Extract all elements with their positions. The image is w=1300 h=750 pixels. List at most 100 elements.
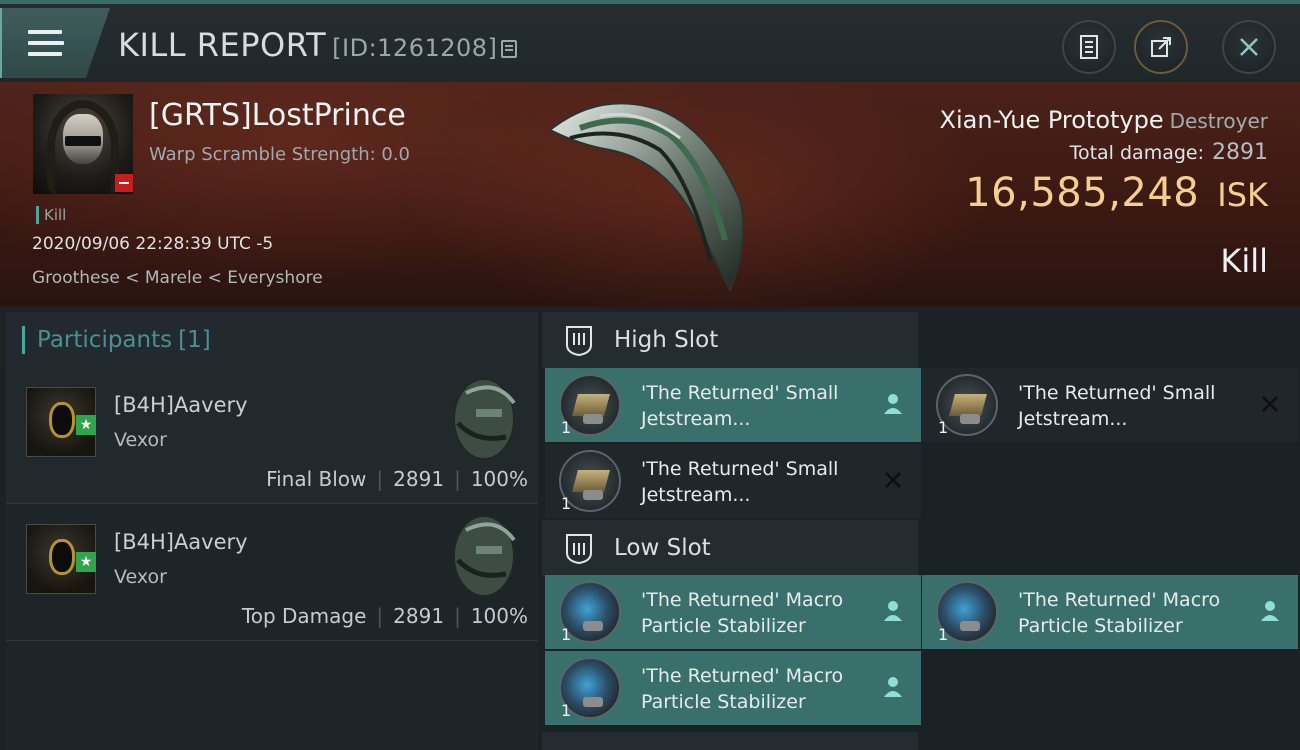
module-item[interactable]: 1 'The Returned' Macro Particle Stabilize… [545, 575, 921, 649]
hostile-badge-icon [115, 174, 133, 192]
total-damage-label: Total damage: [1069, 142, 1204, 164]
ship-name: Xian-Yue Prototype [939, 106, 1164, 134]
module-quantity: 1 [938, 625, 949, 644]
page-title: KILL REPORT [ID:1261208] [118, 26, 518, 64]
gun-shape [949, 394, 987, 416]
participant-damage: 2891 [393, 604, 445, 628]
low-slot-icon [566, 534, 592, 565]
kill-location[interactable]: Groothese < Marele < Everyshore [32, 268, 323, 288]
low-slot-title: Low Slot [614, 535, 711, 561]
high-slot-title: High Slot [614, 327, 719, 353]
high-slot-header: High Slot [542, 312, 918, 368]
module-base [960, 621, 980, 631]
hamburger-icon [28, 30, 64, 58]
fitting-panel: High Slot 1 'The Returned' Small Jetstrea… [542, 312, 1300, 750]
module-name: 'The Returned' Small Jetstream... [641, 456, 871, 508]
module-name-line1: 'The Returned' Small [641, 382, 839, 404]
star-icon: ★ [76, 552, 96, 572]
module-item[interactable]: 1 'The Returned' Small Jetstream... [545, 368, 921, 442]
module-quantity: 1 [561, 625, 572, 644]
participant-name: [B4H]Aavery [114, 393, 248, 417]
destroyed-x-icon [1262, 396, 1278, 412]
participant-damage: 2891 [393, 467, 445, 491]
participant-role: Final Blow [266, 467, 367, 491]
participants-header: Participants [1] [6, 312, 538, 367]
module-base [583, 697, 603, 707]
participant-ship-image [453, 378, 516, 460]
ship-class: Destroyer [1169, 109, 1268, 133]
module-name: 'The Returned' Small Jetstream... [1018, 380, 1248, 432]
kill-banner: [GRTS]LostPrince Warp Scramble Strength:… [0, 82, 1300, 307]
separator: | [454, 467, 461, 491]
top-bar: KILL REPORT [ID:1261208] [0, 0, 1300, 82]
participant-ship: Vexor [114, 429, 167, 451]
participants-title: Participants [37, 326, 173, 353]
participant-row[interactable]: ★ [B4H]Aavery Vexor Final Blow | 2891 | 100% [6, 367, 538, 504]
module-item[interactable]: 1 'The Returned' Small Jetstream... [545, 444, 921, 518]
module-name-line2: Jetstream... [641, 408, 751, 430]
module-name-line1: 'The Returned' Macro [1018, 589, 1221, 611]
participant-ship: Vexor [114, 566, 167, 588]
mid-slot-header-partial [542, 732, 918, 750]
module-name-line2: Particle Stabilizer [641, 615, 806, 637]
module-name: 'The Returned' Macro Particle Stabilizer [1018, 587, 1248, 639]
dropped-person-icon [884, 394, 902, 414]
module-name: 'The Returned' Macro Particle Stabilizer [641, 663, 871, 715]
module-quantity: 1 [561, 494, 572, 513]
total-damage: Total damage: 2891 [1070, 140, 1268, 165]
participant-percent: 100% [470, 467, 528, 491]
module-name-line1: 'The Returned' Macro [641, 665, 844, 687]
participants-count: [1] [178, 326, 211, 353]
result-label: Kill [1220, 242, 1268, 280]
warp-scramble-strength: Warp Scramble Strength: 0.0 [149, 144, 411, 165]
notes-button[interactable] [1062, 20, 1116, 74]
module-quantity: 1 [561, 701, 572, 720]
menu-button[interactable] [0, 8, 110, 78]
participant-ship-image [453, 515, 516, 597]
module-name-line1: 'The Returned' Small [641, 458, 839, 480]
kill-tag: Kill [36, 206, 66, 224]
close-button[interactable] [1222, 20, 1276, 74]
avatar-face [49, 539, 75, 575]
module-quantity: 1 [938, 418, 949, 437]
participant-percent: 100% [470, 604, 528, 628]
separator: | [376, 604, 384, 628]
share-button[interactable] [1134, 20, 1188, 74]
participant-name: [B4H]Aavery [114, 530, 248, 554]
copy-icon[interactable] [501, 40, 518, 58]
separator: | [454, 604, 461, 628]
report-id: [ID:1261208] [332, 34, 498, 62]
gun-base [583, 490, 603, 500]
star-icon: ★ [76, 415, 96, 435]
close-icon [1240, 38, 1258, 56]
module-item[interactable]: 1 'The Returned' Small Jetstream... [922, 368, 1298, 442]
module-name-line2: Jetstream... [641, 484, 751, 506]
victim-name[interactable]: [GRTS]LostPrince [149, 98, 406, 133]
separator: | [376, 467, 384, 491]
dropped-person-icon [884, 677, 902, 697]
header-accent-bar [22, 325, 25, 354]
isk-unit: ISK [1217, 176, 1268, 214]
module-name-line1: 'The Returned' Small [1018, 382, 1216, 404]
dropped-person-icon [884, 601, 902, 621]
gun-shape [572, 470, 610, 492]
isk-value: 16,585,248 [965, 170, 1200, 216]
kill-timestamp: 2020/09/06 22:28:39 UTC -5 [32, 234, 274, 254]
module-item[interactable]: 1 'The Returned' Macro Particle Stabilize… [922, 575, 1298, 649]
gun-shape [572, 394, 610, 416]
participants-panel: Participants [1] ★ [B4H]Aavery Vexor Fin… [6, 312, 538, 750]
gun-base [583, 414, 603, 424]
module-name: 'The Returned' Macro Particle Stabilizer [641, 587, 871, 639]
module-name-line2: Jetstream... [1018, 408, 1128, 430]
module-item[interactable]: 1 'The Returned' Macro Particle Stabilize… [545, 651, 921, 725]
low-slot-header: Low Slot [542, 520, 918, 576]
victim-ship[interactable]: Xian-Yue Prototype Destroyer [940, 106, 1269, 134]
participant-row[interactable]: ★ [B4H]Aavery Vexor Top Damage | 2891 | 100% [6, 504, 538, 641]
module-name-line2: Particle Stabilizer [1018, 615, 1183, 637]
destroyed-x-icon [885, 472, 901, 488]
total-damage-value: 2891 [1212, 140, 1268, 165]
module-name-line2: Particle Stabilizer [641, 691, 806, 713]
module-quantity: 1 [561, 418, 572, 437]
participant-role: Top Damage [241, 604, 367, 628]
module-base [583, 621, 603, 631]
